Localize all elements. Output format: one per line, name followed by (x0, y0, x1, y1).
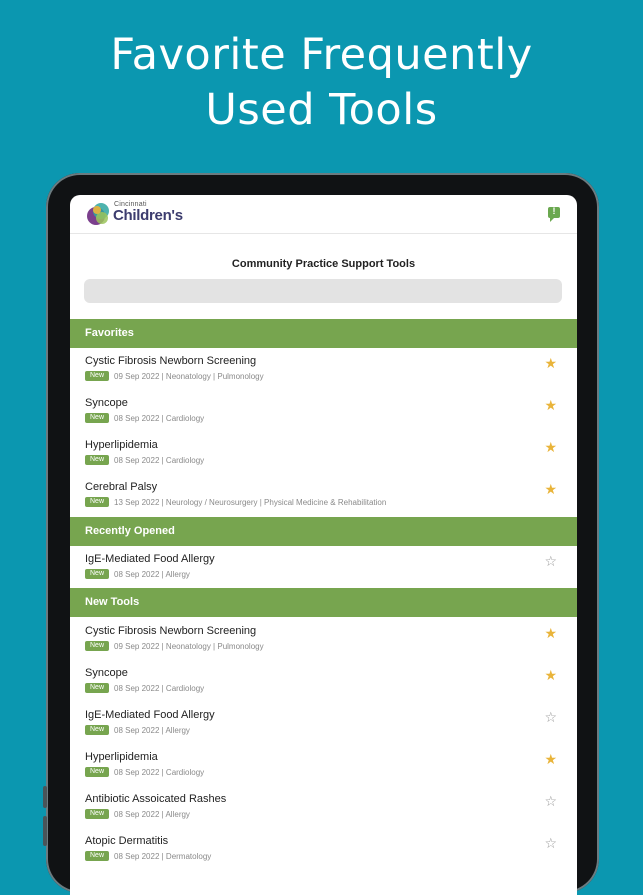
page-title: Community Practice Support Tools (231, 258, 416, 270)
item-meta: New 08 Sep 2022 | Cardiology (85, 767, 204, 777)
star-filled-icon[interactable]: ★ (544, 626, 557, 640)
item-meta-text: 08 Sep 2022 | Cardiology (114, 683, 205, 693)
logo-icon (87, 203, 109, 225)
item-meta: New 08 Sep 2022 | Allergy (85, 809, 190, 819)
item-meta-text: 08 Sep 2022 | Dermatology (114, 851, 212, 861)
item-meta: New 08 Sep 2022 | Cardiology (85, 455, 204, 465)
star-empty-icon[interactable]: ☆ (544, 794, 557, 808)
item-title: Syncope (85, 667, 128, 679)
star-filled-icon[interactable]: ★ (544, 482, 557, 496)
list-item[interactable]: Cerebral Palsy New 13 Sep 2022 | Neurolog… (70, 474, 577, 516)
item-title: IgE-Mediated Food Allergy (85, 709, 215, 721)
item-meta: New 08 Sep 2022 | Cardiology (85, 413, 204, 423)
item-meta-text: 08 Sep 2022 | Allergy (114, 725, 190, 735)
item-meta: New 09 Sep 2022 | Neonatology | Pulmonolo… (85, 641, 264, 651)
feedback-icon[interactable]: ! (548, 206, 560, 222)
new-badge: New (85, 641, 110, 651)
item-title: Hyperlipidemia (85, 751, 158, 763)
new-badge: New (85, 851, 110, 861)
item-title: Cystic Fibrosis Newborn Screening (85, 625, 257, 637)
item-title: Cerebral Palsy (85, 481, 158, 493)
item-meta: New 13 Sep 2022 | Neurology / Neurosurger… (85, 497, 386, 507)
item-meta-text: 08 Sep 2022 | Cardiology (114, 413, 205, 423)
item-title: Cystic Fibrosis Newborn Screening (85, 355, 257, 367)
list-item[interactable]: Antibiotic Assoicated Rashes New 08 Sep 2… (70, 786, 577, 828)
search-input[interactable] (84, 279, 562, 303)
feedback-glyph: ! (552, 206, 556, 216)
new-badge: New (85, 569, 110, 579)
section-header-new-tools: New Tools (70, 588, 577, 617)
new-badge: New (85, 767, 110, 777)
star-empty-icon[interactable]: ☆ (544, 554, 557, 568)
new-badge: New (85, 455, 110, 465)
item-meta: New 09 Sep 2022 | Neonatology | Pulmonolo… (85, 371, 264, 381)
star-filled-icon[interactable]: ★ (544, 752, 557, 766)
section-header-recently-opened: Recently Opened (70, 517, 577, 546)
item-meta-text: 09 Sep 2022 | Neonatology | Pulmonology (114, 371, 264, 381)
list-item[interactable]: Hyperlipidemia New 08 Sep 2022 | Cardiolo… (70, 432, 577, 474)
item-meta: New 08 Sep 2022 | Cardiology (85, 683, 204, 693)
list-item[interactable]: IgE-Mediated Food Allergy New 08 Sep 2022… (70, 702, 577, 744)
star-empty-icon[interactable]: ☆ (544, 836, 557, 850)
new-badge: New (85, 371, 110, 381)
star-empty-icon[interactable]: ☆ (544, 710, 557, 724)
list-item[interactable]: Syncope New 08 Sep 2022 | Cardiology ★ (70, 390, 577, 432)
app-bar: Cincinnati Children's ! (70, 195, 577, 234)
item-meta-text: 08 Sep 2022 | Allergy (114, 569, 190, 579)
star-filled-icon[interactable]: ★ (544, 440, 557, 454)
item-title: Antibiotic Assoicated Rashes (85, 793, 227, 805)
volume-button (43, 786, 47, 808)
item-title: Hyperlipidemia (85, 439, 158, 451)
star-filled-icon[interactable]: ★ (544, 398, 557, 412)
item-meta: New 08 Sep 2022 | Allergy (85, 569, 190, 579)
new-badge: New (85, 497, 110, 507)
star-filled-icon[interactable]: ★ (544, 668, 557, 682)
logo-text: Children's (113, 207, 183, 224)
list-item[interactable]: IgE-Mediated Food Allergy New 08 Sep 2022… (70, 546, 577, 588)
app-screen: Cincinnati Children's ! Community Practi… (70, 195, 577, 895)
section-header-favorites: Favorites (70, 319, 577, 348)
new-badge: New (85, 683, 110, 693)
item-meta-text: 08 Sep 2022 | Allergy (114, 809, 190, 819)
item-title: Atopic Dermatitis (85, 835, 169, 847)
item-meta-text: 09 Sep 2022 | Neonatology | Pulmonology (114, 641, 264, 651)
list-item[interactable]: Hyperlipidemia New 08 Sep 2022 | Cardiolo… (70, 744, 577, 786)
list-item[interactable]: Cystic Fibrosis Newborn Screening New 09 … (70, 348, 577, 390)
item-meta: New 08 Sep 2022 | Allergy (85, 725, 190, 735)
star-filled-icon[interactable]: ★ (544, 356, 557, 370)
new-badge: New (85, 413, 110, 423)
item-meta-text: 08 Sep 2022 | Cardiology (114, 767, 205, 777)
item-meta-text: 08 Sep 2022 | Cardiology (114, 455, 205, 465)
volume-button (43, 816, 47, 846)
list-item[interactable]: Cystic Fibrosis Newborn Screening New 09 … (70, 618, 577, 660)
headline-line-2: Used Tools (205, 85, 438, 135)
item-title: Syncope (85, 397, 128, 409)
item-meta: New 08 Sep 2022 | Dermatology (85, 851, 211, 861)
list-item[interactable]: Atopic Dermatitis New 08 Sep 2022 | Derma… (70, 828, 577, 870)
headline: Favorite Frequently Used Tools (0, 28, 643, 138)
new-badge: New (85, 809, 110, 819)
headline-line-1: Favorite Frequently (110, 30, 533, 80)
list-item[interactable]: Syncope New 08 Sep 2022 | Cardiology ★ (70, 660, 577, 702)
item-meta-text: 13 Sep 2022 | Neurology / Neurosurgery |… (114, 497, 387, 507)
new-badge: New (85, 725, 110, 735)
item-title: IgE-Mediated Food Allergy (85, 553, 215, 565)
